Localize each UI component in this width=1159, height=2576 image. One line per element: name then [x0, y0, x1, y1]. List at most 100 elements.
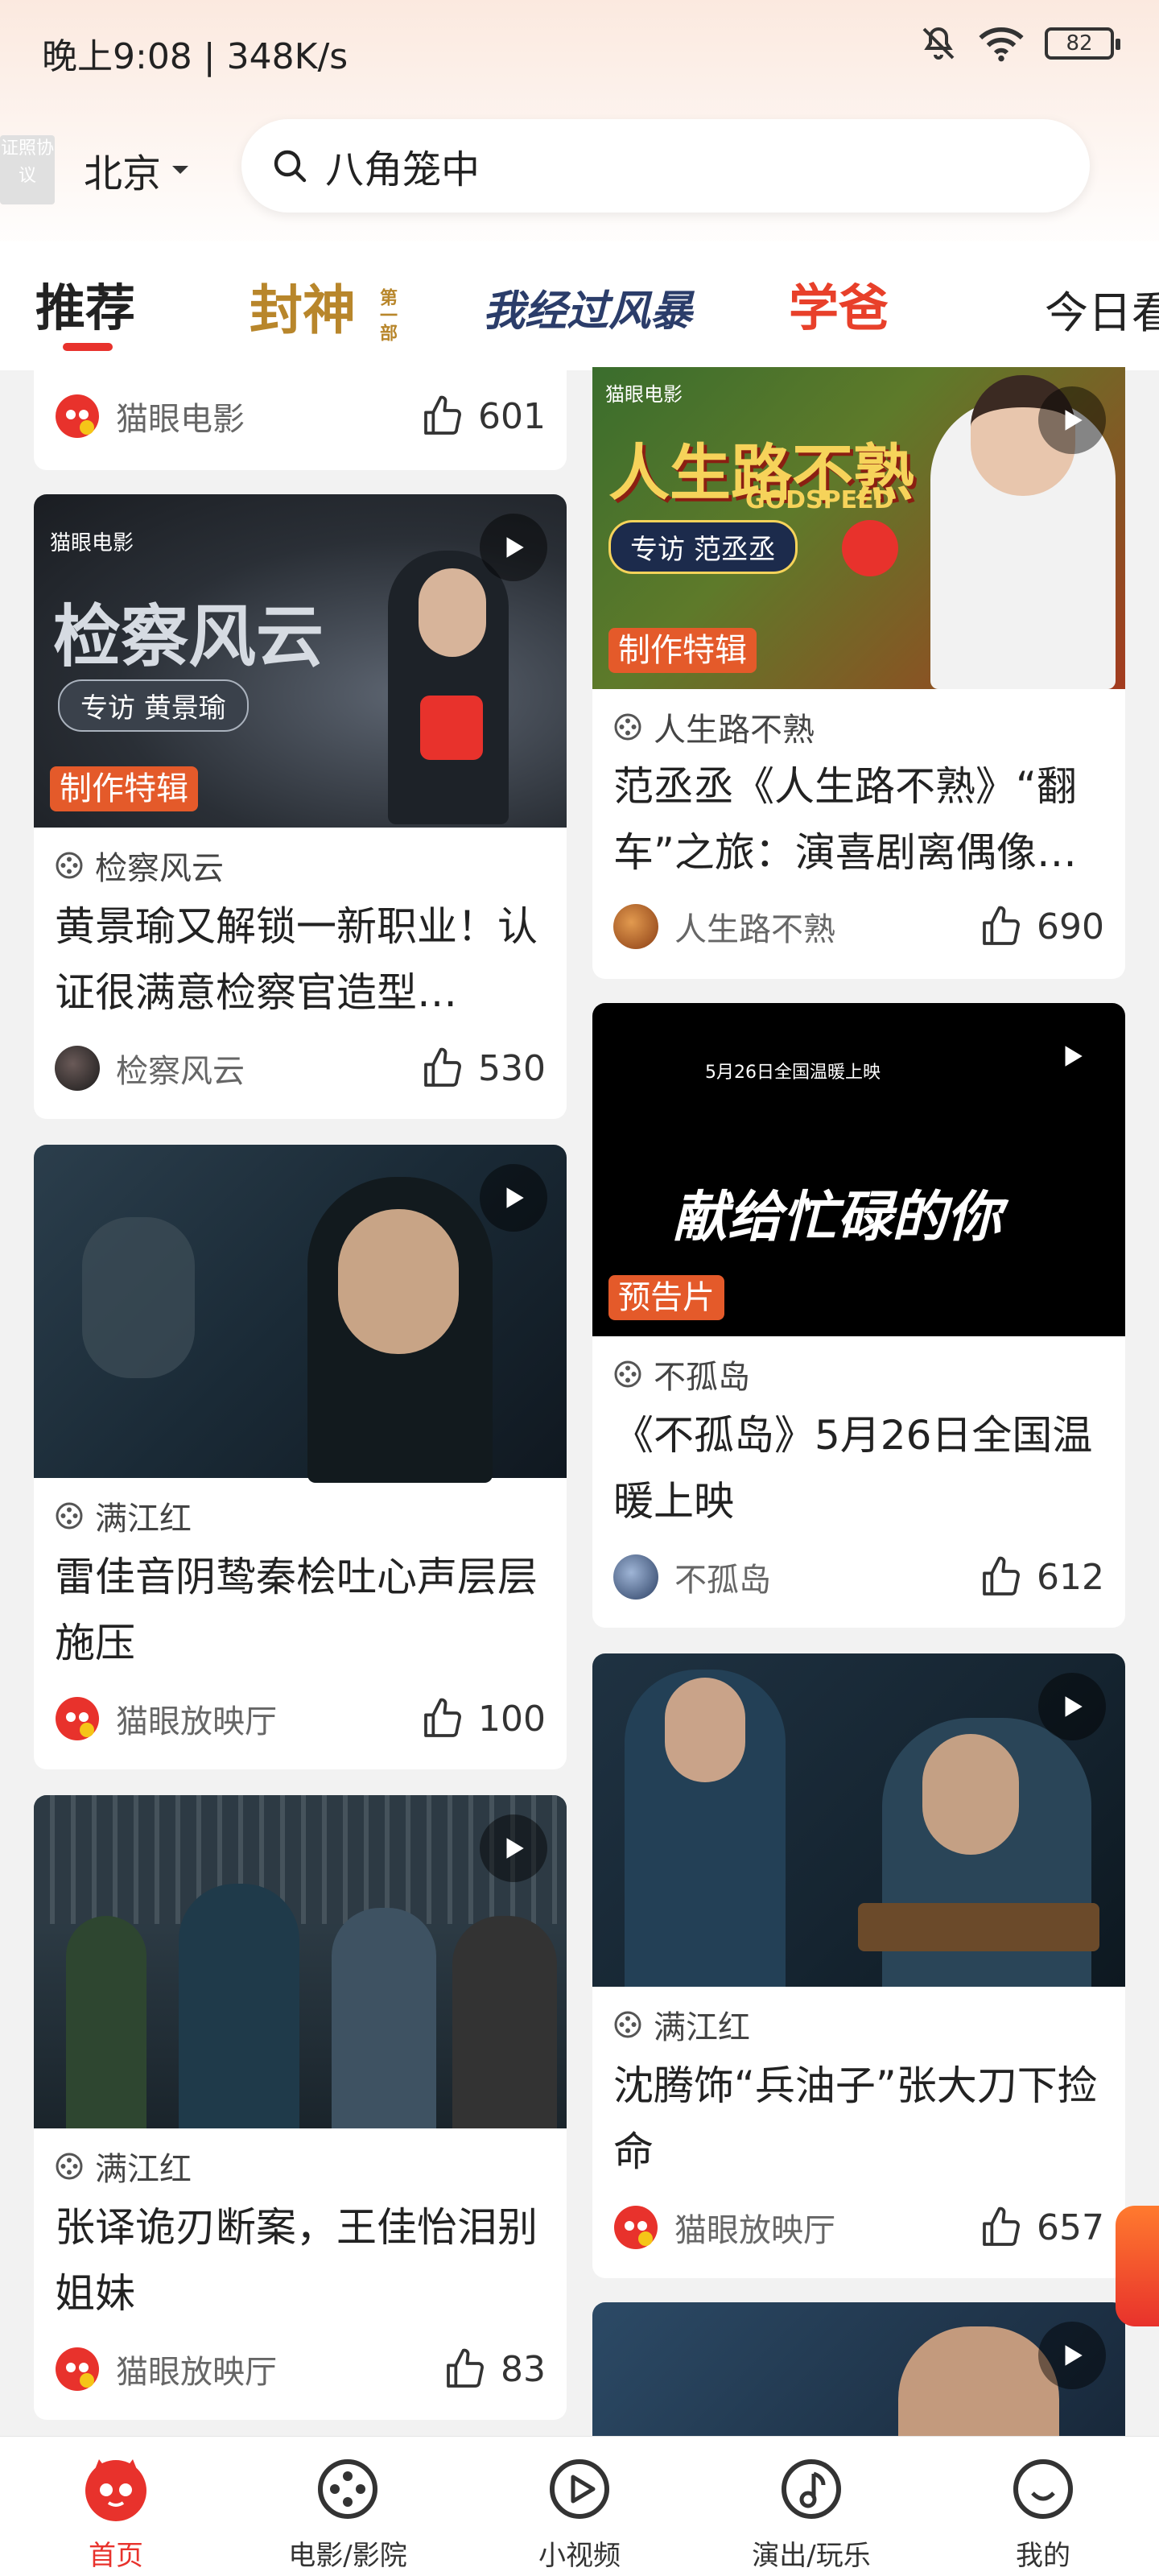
- card-meta: 猫眼放映厅 657: [613, 2199, 1104, 2256]
- video-card[interactable]: 猫眼电影 检察风云 专访 黄景瑜 制作特辑 检察风云 黄景瑜又解锁一新职业！认证…: [34, 494, 567, 1119]
- card-movie[interactable]: 满江红: [55, 2143, 192, 2190]
- nav-shows-fun[interactable]: 演出/玩乐: [715, 2454, 908, 2573]
- author-avatar: [613, 1554, 658, 1600]
- nav-profile[interactable]: 我的: [947, 2454, 1140, 2573]
- tab-recommend[interactable]: 推荐: [35, 267, 135, 340]
- play-button[interactable]: [1038, 1022, 1106, 1090]
- video-thumbnail: 猫眼电影 人生路不熟 GODSPEED 专访 范丞丞 制作特辑: [592, 367, 1125, 689]
- video-card[interactable]: 5月26日全国温暖上映 献给忙碌的你 预告片 不孤岛 《不孤岛》5月26日全国温…: [592, 1003, 1125, 1628]
- film-reel-icon: [614, 1360, 641, 1388]
- film-reel-icon: [614, 713, 641, 741]
- person-figure: [179, 1884, 299, 2128]
- play-button[interactable]: [1038, 2322, 1106, 2389]
- card-movie[interactable]: 满江红: [55, 1492, 192, 1539]
- like-button[interactable]: 83: [443, 2347, 546, 2392]
- card-title: 黄景瑜又解锁一新职业！认证很满意检察官造型…: [55, 903, 538, 1016]
- like-button[interactable]: 100: [420, 1696, 546, 1741]
- tab-storm[interactable]: 我经过风暴: [483, 277, 692, 337]
- like-button[interactable]: 690: [979, 904, 1104, 949]
- nav-home[interactable]: 首页: [19, 2454, 212, 2573]
- video-card[interactable]: 满江红 沈腾饰“兵油子”张大刀下捡命 猫眼放映厅 657: [592, 1653, 1125, 2278]
- like-count: 100: [478, 1698, 546, 1740]
- play-button[interactable]: [1038, 1673, 1106, 1740]
- tab-fengshen-label: 封神: [250, 279, 356, 341]
- city-selector[interactable]: 北京: [84, 142, 190, 198]
- tab-today[interactable]: 今日看: [1045, 277, 1159, 341]
- person-face: [922, 1734, 1019, 1855]
- maoyan-cat-avatar-icon: [56, 2347, 99, 2391]
- like-count: 601: [478, 395, 546, 437]
- film-reel-icon: [56, 852, 83, 879]
- wifi-icon: [979, 27, 1024, 62]
- card-author: 猫眼放映厅: [116, 1703, 277, 1740]
- maoyan-cat-avatar-icon: [614, 2206, 658, 2249]
- like-button[interactable]: 657: [979, 2205, 1104, 2250]
- card-author: 猫眼放映厅: [116, 2354, 277, 2391]
- person-face: [898, 2326, 1059, 2436]
- thumbs-up-icon: [983, 1556, 1020, 1596]
- cert-protocol-badge[interactable]: 证照协议: [0, 135, 55, 204]
- thumbs-up-icon: [424, 1047, 461, 1087]
- video-tag: 预告片: [608, 1275, 724, 1320]
- tab-fengshen-subtitle: 第一部: [376, 288, 398, 341]
- like-button[interactable]: 530: [420, 1046, 546, 1091]
- video-card[interactable]: 满江红 雷佳音阴鸷秦桧吐心声层层施压 猫眼放映厅 100: [34, 1145, 567, 1769]
- thumb-caption: 5月26日全国温暖上映: [705, 1063, 881, 1083]
- card-movie[interactable]: 满江红: [613, 2001, 750, 2048]
- search-input[interactable]: 八角笼中: [325, 138, 480, 194]
- status-time: 晚上9:08 | 348K/s: [42, 36, 349, 77]
- mic-flag: [420, 696, 483, 760]
- video-tag: 制作特辑: [50, 766, 198, 811]
- card-movie[interactable]: 人生路不熟: [613, 704, 815, 750]
- movie-name: 检察风云: [95, 850, 224, 887]
- floating-gift-icon[interactable]: [1116, 2206, 1159, 2326]
- thumbs-up-icon: [424, 1698, 461, 1737]
- play-icon: [1065, 1046, 1083, 1067]
- thumb-subtitle: 专访 黄景瑜: [58, 679, 249, 732]
- video-card[interactable]: 猫眼电影 601: [34, 354, 567, 470]
- person-figure: [66, 1916, 146, 2128]
- person-figure: [452, 1916, 557, 2128]
- play-button[interactable]: [1038, 386, 1106, 454]
- film-reel-icon: [56, 2153, 83, 2180]
- mic-flag: [842, 520, 898, 576]
- play-button[interactable]: [480, 1164, 547, 1232]
- tab-xueba[interactable]: 学爸: [789, 267, 889, 340]
- like-button[interactable]: 612: [979, 1554, 1104, 1600]
- battery-indicator: 82: [1045, 27, 1120, 60]
- author-avatar: [55, 1046, 100, 1091]
- card-meta: 人生路不熟 690: [613, 898, 1104, 955]
- nav-short-video[interactable]: 小视频: [483, 2454, 676, 2573]
- card-movie[interactable]: 不孤岛: [613, 1351, 750, 1397]
- nav-home-label: 首页: [89, 2540, 143, 2572]
- video-card[interactable]: 猫眼电影 人生路不熟 GODSPEED 专访 范丞丞 制作特辑 人生路不熟 范丞…: [592, 367, 1125, 979]
- card-meta: 猫眼放映厅 100: [55, 1690, 546, 1747]
- card-author: 猫眼电影: [116, 401, 245, 438]
- card-movie[interactable]: 检察风云: [55, 842, 224, 889]
- play-icon: [1065, 410, 1083, 431]
- tab-fengshen[interactable]: 封神 第一部: [250, 267, 452, 345]
- mute-bell-icon: [922, 27, 955, 60]
- active-tab-indicator: [63, 343, 113, 351]
- thumb-badge: 专访 范丞丞: [608, 520, 798, 574]
- like-count: 612: [1037, 1556, 1104, 1598]
- app-header: 晚上9:08 | 348K/s 82 证照协议 北京 八角笼中 推荐 封神 第一…: [0, 0, 1159, 370]
- like-button[interactable]: 601: [420, 394, 546, 439]
- nav-movies-cinemas[interactable]: 电影/影院: [251, 2454, 444, 2573]
- person-face: [419, 568, 486, 657]
- video-card[interactable]: [592, 2302, 1125, 2436]
- video-card[interactable]: 满江红 张译诡刃断案，王佳怡泪别姐妹 猫眼放映厅 83: [34, 1795, 567, 2420]
- card-meta: 不孤岛 612: [613, 1549, 1104, 1605]
- play-icon: [506, 1187, 524, 1208]
- thumb-brand: 猫眼电影: [605, 383, 683, 406]
- status-bar: 晚上9:08 | 348K/s 82: [0, 0, 1159, 105]
- play-icon: [1065, 1696, 1083, 1717]
- thumb-title: 检察风云: [53, 597, 324, 676]
- status-icons: 82: [919, 24, 1120, 63]
- thumb-brand: 猫眼电影: [50, 531, 134, 555]
- search-bar[interactable]: 八角笼中: [241, 119, 1090, 213]
- play-button[interactable]: [480, 514, 547, 581]
- play-button[interactable]: [480, 1814, 547, 1882]
- film-reel-icon: [318, 2459, 377, 2519]
- card-author: 不孤岛: [674, 1562, 771, 1599]
